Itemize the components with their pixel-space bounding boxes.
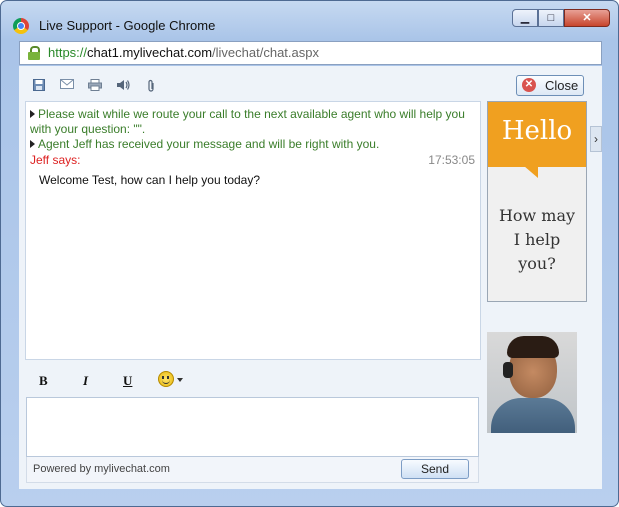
banner-line: I help (513, 230, 561, 249)
url-scheme: https:// (48, 45, 88, 60)
close-chat-label: Close (545, 78, 579, 93)
url-path: /livechat/chat.aspx (212, 45, 319, 60)
close-chat-button[interactable]: ✕ Close (516, 75, 584, 96)
banner-question: How may I help you? (488, 204, 586, 276)
agent-message: Welcome Test, how can I help you today? (39, 173, 261, 187)
message-sender: Jeff says: (30, 153, 81, 167)
message-input[interactable] (26, 397, 479, 457)
hello-banner: Hello How may I help you? (487, 101, 587, 302)
system-message: Agent Jeff has received your message and… (30, 137, 379, 151)
system-message-continued: with your question: "". (30, 122, 146, 136)
format-toolbar: B I U (25, 366, 481, 394)
emoji-icon[interactable] (158, 371, 174, 387)
window-title: Live Support - Google Chrome (39, 18, 216, 33)
chat-log: Please wait while we route your call to … (25, 101, 481, 360)
url-host: chat1.mylivechat.com (87, 45, 213, 60)
bullet-arrow-icon (30, 110, 35, 118)
window-controls: ▁ □ ✕ (512, 9, 610, 29)
chrome-icon (13, 18, 29, 34)
chat-page: ✕ Close Please wait while we route your … (19, 66, 602, 489)
bullet-arrow-icon (30, 140, 35, 148)
sound-icon[interactable] (116, 79, 130, 91)
powered-by-text: Powered by mylivechat.com (33, 463, 170, 475)
message-time: 17:53:05 (428, 153, 475, 167)
banner-hello: Hello (501, 116, 573, 146)
agent-photo (487, 332, 577, 433)
maximize-button[interactable]: □ (538, 9, 564, 27)
system-message: Please wait while we route your call to … (30, 107, 465, 121)
save-icon[interactable] (32, 79, 46, 91)
headset-icon (503, 362, 513, 378)
minimize-button[interactable]: ▁ (512, 9, 538, 27)
chevron-right-icon[interactable]: › (590, 126, 602, 152)
send-button[interactable]: Send (401, 459, 469, 479)
lock-icon (28, 46, 40, 60)
italic-button[interactable]: I (83, 373, 88, 389)
attach-icon[interactable] (144, 79, 158, 92)
close-icon: ✕ (522, 78, 536, 92)
chat-footer: Powered by mylivechat.com Send (26, 457, 479, 483)
banner-line: you? (518, 254, 556, 273)
print-icon[interactable] (88, 79, 102, 91)
window-close-button[interactable]: ✕ (564, 9, 610, 27)
chat-toolbar: ✕ Close (19, 66, 602, 100)
email-icon[interactable] (60, 79, 74, 91)
url[interactable]: https://chat1.mylivechat.com/livechat/ch… (48, 42, 319, 64)
underline-button[interactable]: U (123, 373, 132, 389)
browser-window: Live Support - Google Chrome ▁ □ ✕ https… (0, 0, 619, 507)
address-bar[interactable]: https://chat1.mylivechat.com/livechat/ch… (19, 41, 602, 65)
bold-button[interactable]: B (39, 373, 48, 389)
banner-line: How may (498, 206, 576, 225)
chevron-down-icon[interactable] (177, 378, 183, 382)
